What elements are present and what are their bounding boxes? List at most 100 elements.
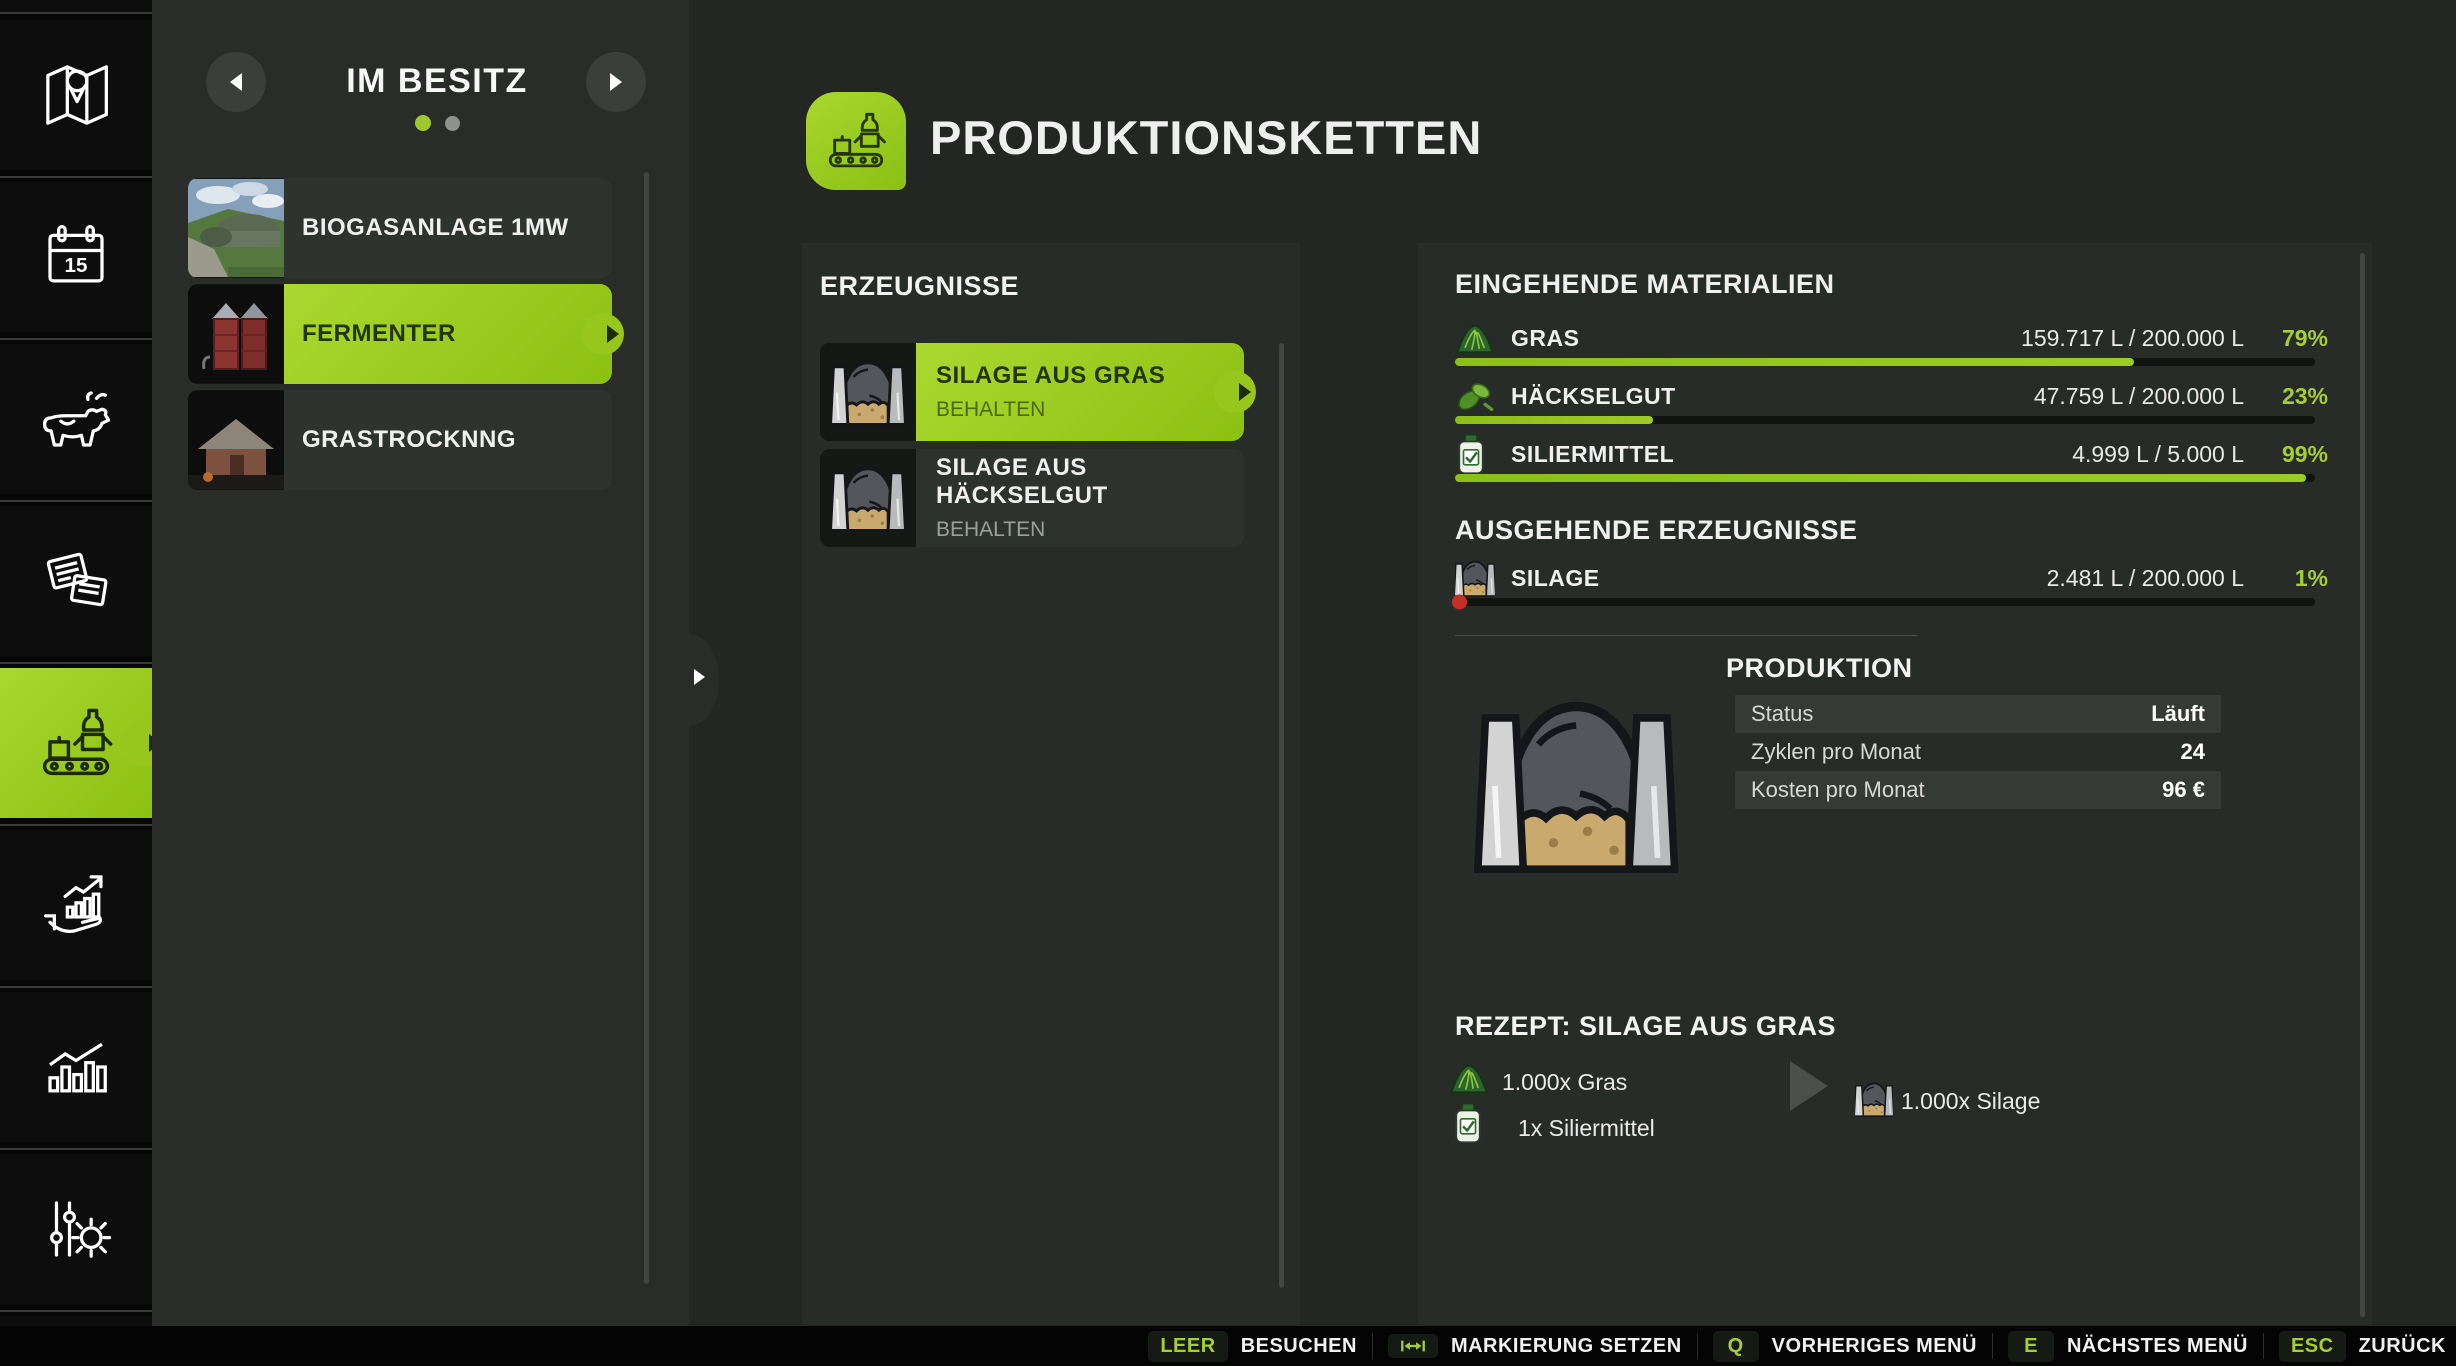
chaff-icon xyxy=(1455,376,1511,416)
owned-item-grastrocknng[interactable]: GRASTROCKNNG xyxy=(188,390,612,490)
divider xyxy=(0,986,152,988)
table-row-status: Status Läuft xyxy=(1735,695,2221,733)
material-amount: 159.717 L / 200.000 L xyxy=(2021,325,2244,352)
silage-bunker-icon xyxy=(1455,559,1511,597)
sidebar-item-partial-bottom[interactable] xyxy=(0,1316,152,1326)
products-panel-title: ERZEUGNISSE xyxy=(820,271,1019,302)
sidebar: 15 xyxy=(0,0,152,1326)
production-chains-screen: 15 xyxy=(0,0,2456,1366)
owned-item-fermenter[interactable]: FERMENTER xyxy=(188,284,612,384)
hotkey-label: VORHERIGES MENÜ xyxy=(1772,1335,1977,1358)
hotkey-label: MARKIERUNG SETZEN xyxy=(1451,1335,1682,1358)
hotkey-bar: LEER BESUCHEN MARKIERUNG SETZEN Q VORHER… xyxy=(0,1326,2456,1366)
sidebar-item-finances[interactable] xyxy=(0,830,152,980)
divider xyxy=(1992,1333,1993,1359)
owned-item-label: BIOGASANLAGE 1MW xyxy=(302,214,569,242)
selected-item-arrow-icon xyxy=(1239,383,1251,401)
page-dot xyxy=(445,116,460,131)
hotkey-next-menu[interactable]: E NÄCHSTES MENÜ xyxy=(2008,1331,2248,1362)
material-name: GRAS xyxy=(1511,325,1579,352)
map-icon xyxy=(37,56,115,134)
divider xyxy=(0,1148,152,1150)
selected-tab-bump xyxy=(120,720,152,766)
sidebar-item-map[interactable] xyxy=(0,20,152,170)
recipe-input-text: 1x Siliermittel xyxy=(1518,1115,1655,1142)
hotkey-set-marker[interactable]: MARKIERUNG SETZEN xyxy=(1388,1334,1682,1358)
outputs-section-title: AUSGEHENDE ERZEUGNISSE xyxy=(1455,515,1858,546)
sidebar-item-contracts[interactable] xyxy=(0,506,152,656)
hotkey-label: ZURÜCK xyxy=(2359,1335,2446,1358)
prev-page-button[interactable] xyxy=(206,52,266,112)
material-amount: 47.759 L / 200.000 L xyxy=(2034,383,2244,410)
low-fill-marker xyxy=(1452,595,1467,610)
material-amount: 2.481 L / 200.000 L xyxy=(2047,565,2244,592)
owned-item-label: FERMENTER xyxy=(302,320,456,348)
key-badge-q: Q xyxy=(1713,1331,1759,1362)
chevron-right-icon xyxy=(610,73,622,91)
table-row-costs: Kosten pro Monat 96 € xyxy=(1735,771,2221,809)
owned-list-scrollbar[interactable] xyxy=(644,172,649,1284)
calendar-day-label: 15 xyxy=(65,254,88,277)
divider xyxy=(0,12,152,14)
production-details-panel: EINGEHENDE MATERIALIEN GRAS 159.717 L / … xyxy=(1418,243,2372,1325)
production-chain-icon xyxy=(37,704,115,782)
products-scrollbar[interactable] xyxy=(1279,343,1284,1288)
row-label: Kosten pro Monat xyxy=(1751,777,1925,803)
statistics-icon xyxy=(37,1028,115,1106)
material-name: SILIERMITTEL xyxy=(1511,441,1674,468)
page-dot-active xyxy=(415,115,431,131)
silage-bunker-icon xyxy=(1855,1081,1893,1117)
material-percent: 23% xyxy=(2244,383,2328,410)
tab-arrows-icon xyxy=(1400,1338,1426,1354)
divider xyxy=(2263,1333,2264,1359)
contracts-icon xyxy=(37,542,115,620)
sidebar-item-calendar[interactable]: 15 xyxy=(0,182,152,332)
calendar-icon: 15 xyxy=(37,218,115,296)
page-dots xyxy=(272,115,602,131)
owned-item-biogasanlage[interactable]: BIOGASANLAGE 1MW xyxy=(188,178,612,278)
material-row-siliermittel: SILIERMITTEL 4.999 L / 5.000 L 99% xyxy=(1455,434,2328,474)
silage-product-image xyxy=(1474,699,1686,878)
settings-icon xyxy=(37,1190,115,1268)
divider xyxy=(0,338,152,340)
page-icon-badge xyxy=(806,92,906,190)
row-value: 24 xyxy=(2181,739,2205,765)
progress-fill xyxy=(1455,416,1653,424)
grass-icon xyxy=(1455,318,1511,358)
material-row-gras: GRAS 159.717 L / 200.000 L 79% xyxy=(1455,318,2328,358)
next-page-button[interactable] xyxy=(586,52,646,112)
product-item-silage-aus-gras[interactable]: SILAGE AUS GRAS BEHALTEN xyxy=(820,343,1244,441)
divider xyxy=(0,824,152,826)
fermenter-thumbnail xyxy=(188,284,284,384)
product-item-silage-aus-haeckselgut[interactable]: SILAGE AUS HÄCKSELGUT BEHALTEN xyxy=(820,449,1244,547)
product-item-label: SILAGE AUS HÄCKSELGUT xyxy=(936,454,1244,510)
inputs-section-title: EINGEHENDE MATERIALIEN xyxy=(1455,269,1835,300)
sidebar-item-settings[interactable] xyxy=(0,1154,152,1304)
divider xyxy=(0,500,152,502)
details-scrollbar[interactable] xyxy=(2360,253,2365,1317)
product-item-mode: BEHALTEN xyxy=(936,518,1244,542)
material-percent: 1% xyxy=(2244,565,2328,592)
divider xyxy=(1372,1333,1373,1359)
sidebar-item-production[interactable] xyxy=(0,668,152,818)
silage-bunker-thumbnail xyxy=(820,343,916,441)
recipe-input-text: 1.000x Gras xyxy=(1502,1069,1627,1096)
progress-fill xyxy=(1455,358,2134,366)
hotkey-previous-menu[interactable]: Q VORHERIGES MENÜ xyxy=(1713,1331,1977,1362)
silage-additive-icon xyxy=(1453,1103,1483,1143)
material-percent: 79% xyxy=(2244,325,2328,352)
hotkey-back[interactable]: ESC ZURÜCK xyxy=(2279,1331,2446,1362)
production-section-title: PRODUKTION xyxy=(1726,653,1913,684)
finances-icon xyxy=(37,866,115,944)
silage-bunker-thumbnail xyxy=(820,449,916,547)
recipe-arrow-icon xyxy=(1790,1061,1828,1111)
products-panel: ERZEUGNISSE SILAGE AUS GRAS BEHALTEN SIL… xyxy=(802,243,1300,1325)
row-value: Läuft xyxy=(2151,701,2205,727)
recipe-section-title: REZEPT: SILAGE AUS GRAS xyxy=(1455,1011,1836,1042)
progress-bar-silage xyxy=(1455,598,2315,606)
hotkey-label: NÄCHSTES MENÜ xyxy=(2067,1335,2248,1358)
sidebar-item-animals[interactable] xyxy=(0,344,152,494)
table-row-cycles: Zyklen pro Monat 24 xyxy=(1735,733,2221,771)
sidebar-item-statistics[interactable] xyxy=(0,992,152,1142)
hotkey-visit[interactable]: LEER BESUCHEN xyxy=(1148,1331,1357,1362)
